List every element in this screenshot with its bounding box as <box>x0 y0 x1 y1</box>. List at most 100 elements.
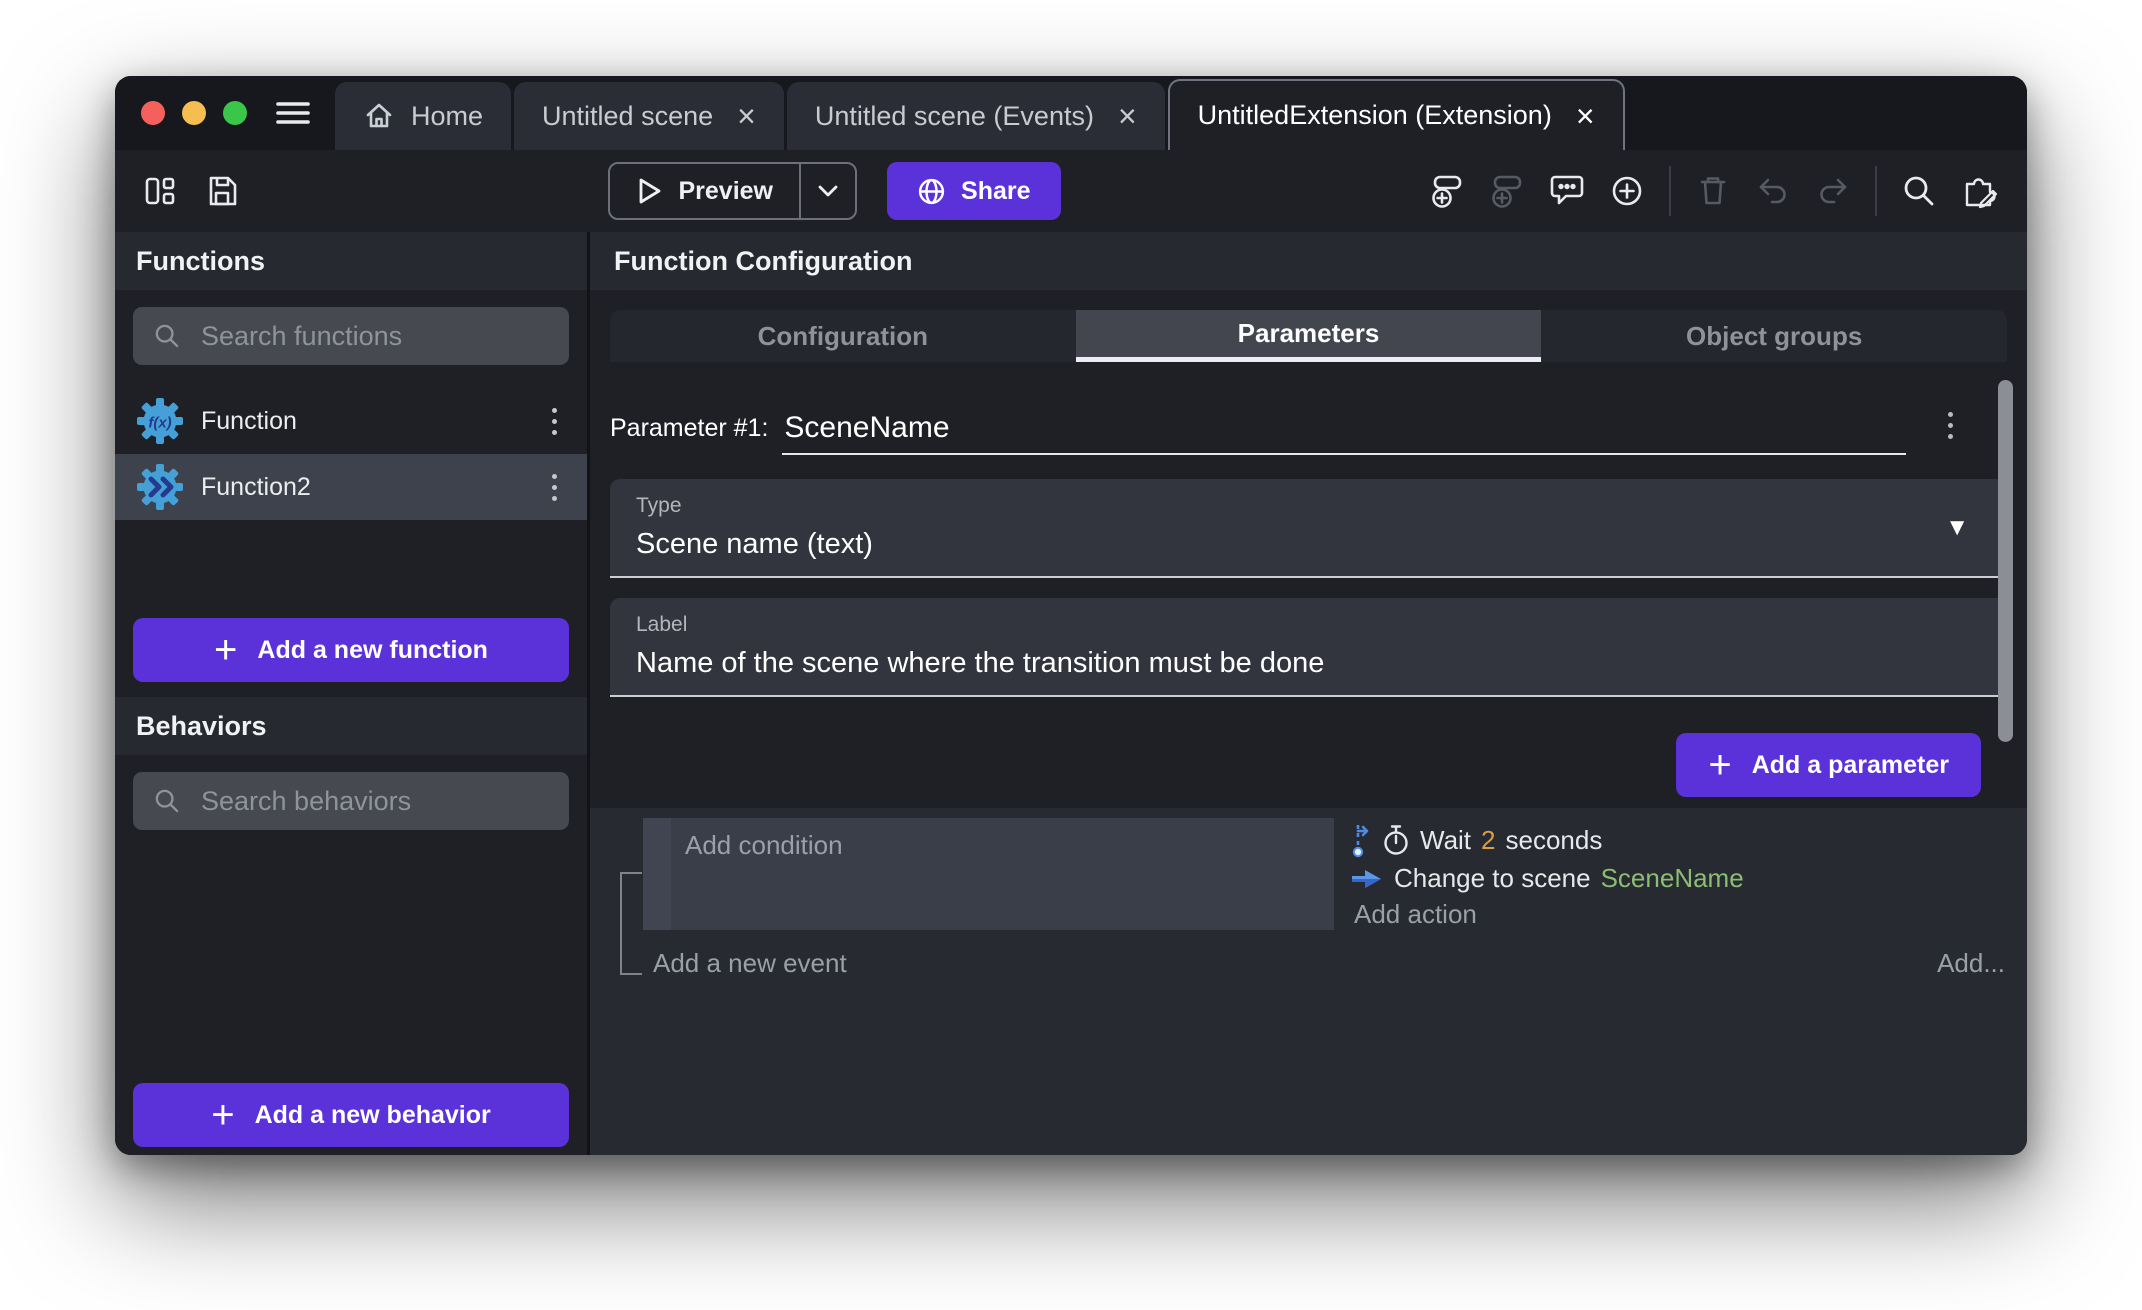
wait-timeline-icon <box>1350 822 1372 858</box>
add-action-label: Add action <box>1354 899 1477 930</box>
search-icon <box>153 322 181 350</box>
main-menu-icon[interactable] <box>275 99 311 127</box>
add-action-link[interactable]: Add action <box>1350 899 2027 930</box>
label-value: Name of the scene where the transition m… <box>636 647 1981 680</box>
panels-layout-icon[interactable] <box>143 174 177 208</box>
tab-home[interactable]: Home <box>335 82 511 150</box>
configuration-tabs: Configuration Parameters Object groups <box>610 310 2007 362</box>
share-label: Share <box>961 177 1030 206</box>
undo-icon[interactable] <box>1755 173 1791 209</box>
preview-button-group: Preview <box>608 162 858 220</box>
share-button[interactable]: Share <box>887 162 1060 220</box>
vertical-scrollbar[interactable] <box>1998 380 2013 742</box>
redo-icon[interactable] <box>1815 173 1851 209</box>
add-function-icon[interactable] <box>1429 173 1465 209</box>
titlebar: Home Untitled scene × Untitled scene (Ev… <box>115 76 2027 150</box>
parameter-type-select[interactable]: Type Scene name (text) ▼ <box>610 479 2007 578</box>
tab-parameters[interactable]: Parameters <box>1076 310 1542 362</box>
add-behavior-icon[interactable] <box>1489 173 1525 209</box>
function2-item[interactable]: Function2 <box>115 454 587 520</box>
behaviors-header: Behaviors <box>115 697 587 755</box>
search-icon <box>153 787 181 815</box>
delete-icon[interactable] <box>1695 173 1731 209</box>
change-scene-arrow-icon <box>1350 866 1384 892</box>
close-tab-icon[interactable]: × <box>737 100 756 132</box>
window-controls <box>115 76 273 150</box>
tab-label: Home <box>411 101 483 132</box>
event-bracket <box>620 872 642 975</box>
add-event-row: Add a new event Add... <box>653 948 2005 979</box>
function-options-icon[interactable] <box>546 468 563 507</box>
events-sheet: Add condition Wait 2 seconds Change to <box>590 808 2027 1155</box>
actions-column: Wait 2 seconds Change to scene SceneName… <box>1334 818 2027 930</box>
parameter-name-input[interactable] <box>782 411 1906 453</box>
minimize-window-button[interactable] <box>182 101 206 125</box>
parameter-name-field <box>782 411 1906 455</box>
stopwatch-icon <box>1382 824 1410 856</box>
parameter-number-label: Parameter #1: <box>610 414 768 455</box>
close-tab-icon[interactable]: × <box>1118 100 1137 132</box>
main-area: Function Configuration Configuration Par… <box>590 232 2027 1155</box>
close-window-button[interactable] <box>141 101 165 125</box>
functions-title: Functions <box>136 246 265 277</box>
tab-label: Untitled scene <box>542 101 713 132</box>
tab-label: Untitled scene (Events) <box>815 101 1094 132</box>
save-icon[interactable] <box>205 174 239 208</box>
tab-untitled-scene-events[interactable]: Untitled scene (Events) × <box>787 82 1165 150</box>
maximize-window-button[interactable] <box>223 101 247 125</box>
function-item[interactable]: f(x) Function <box>115 388 587 454</box>
close-tab-icon[interactable]: × <box>1576 100 1595 132</box>
event-drag-handle[interactable] <box>643 818 671 930</box>
add-parameter-label: Add a parameter <box>1752 751 1949 780</box>
function-gear-icon: f(x) <box>137 398 183 444</box>
chevron-down-icon <box>817 184 839 198</box>
add-new-behavior-button[interactable]: + Add a new behavior <box>133 1083 569 1147</box>
svg-text:f(x): f(x) <box>148 415 171 432</box>
add-behavior-label: Add a new behavior <box>255 1101 491 1130</box>
tab-configuration[interactable]: Configuration <box>610 310 1076 362</box>
function-configuration-header: Function Configuration <box>590 232 2027 290</box>
search-functions-input[interactable] <box>201 321 549 352</box>
add-parameter-button[interactable]: + Add a parameter <box>1676 733 1981 797</box>
add-parameter-row: + Add a parameter <box>610 733 2007 797</box>
tab-untitled-extension[interactable]: UntitledExtension (Extension) × <box>1168 79 1625 150</box>
parameter-name-row: Parameter #1: <box>610 406 2007 455</box>
add-condition-label: Add condition <box>685 830 843 860</box>
tab-object-groups[interactable]: Object groups <box>1541 310 2007 362</box>
action-suffix: seconds <box>1506 825 1603 856</box>
toolbar-divider <box>1875 166 1877 216</box>
search-icon[interactable] <box>1901 173 1937 209</box>
add-new-function-button[interactable]: + Add a new function <box>133 618 569 682</box>
home-icon <box>363 100 395 132</box>
tab-untitled-scene[interactable]: Untitled scene × <box>514 82 784 150</box>
parameter-options-icon[interactable] <box>1942 406 1959 445</box>
action-scene-param: SceneName <box>1601 863 1744 894</box>
label-label: Label <box>636 613 1981 637</box>
comment-icon[interactable] <box>1549 173 1585 209</box>
preview-button[interactable]: Preview <box>610 164 800 218</box>
app-window: Home Untitled scene × Untitled scene (Ev… <box>115 76 2027 1155</box>
toolbar: Preview Share <box>115 150 2027 232</box>
search-behaviors-input[interactable] <box>201 786 549 817</box>
wait-action-row[interactable]: Wait 2 seconds <box>1350 822 2027 858</box>
toolbar-divider <box>1669 166 1671 216</box>
function-options-icon[interactable] <box>546 402 563 441</box>
preview-options-button[interactable] <box>799 164 855 218</box>
preview-label: Preview <box>679 177 774 206</box>
parameter-label-field[interactable]: Label Name of the scene where the transi… <box>610 598 2007 697</box>
play-icon <box>636 177 663 205</box>
add-more-link[interactable]: Add... <box>1937 948 2005 979</box>
add-condition-area[interactable]: Add condition <box>671 818 1334 930</box>
type-label: Type <box>636 494 1981 518</box>
tab-label: UntitledExtension (Extension) <box>1198 100 1552 131</box>
search-behaviors-box <box>133 772 569 830</box>
content: Functions f(x) Function <box>115 232 2027 1155</box>
add-event-icon[interactable] <box>1609 173 1645 209</box>
globe-icon <box>917 177 946 206</box>
action-verb: Wait <box>1420 825 1471 856</box>
change-scene-action-row[interactable]: Change to scene SceneName <box>1350 863 2027 894</box>
add-new-event-link[interactable]: Add a new event <box>653 948 847 979</box>
toolbar-right <box>1429 166 1999 216</box>
edit-extension-icon[interactable] <box>1961 172 1999 210</box>
search-functions-box <box>133 307 569 365</box>
